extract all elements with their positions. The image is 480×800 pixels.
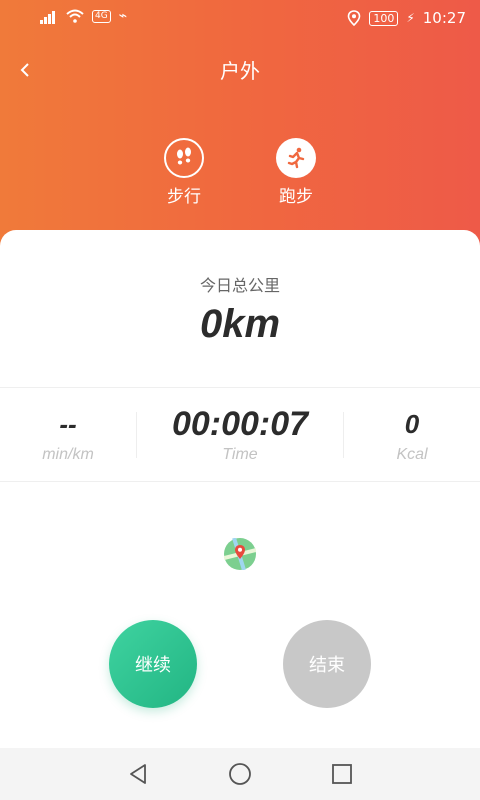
pace-value: --: [59, 409, 77, 439]
end-button[interactable]: 结束: [283, 620, 371, 708]
calories-value: 0: [404, 409, 420, 439]
time-unit: Time: [222, 446, 258, 463]
battery-level: 100: [373, 11, 395, 25]
wifi-icon: [66, 9, 84, 23]
total-distance-label: 今日总公里: [199, 276, 280, 295]
mode-walk-label: 步行: [167, 187, 201, 207]
page-title: 户外: [220, 59, 260, 83]
pace-unit: min/km: [42, 446, 94, 463]
running-icon: [276, 138, 316, 178]
charging-icon: ⚡: [406, 11, 415, 25]
calories-metric: 0 Kcal: [344, 406, 480, 464]
recents-nav-icon[interactable]: [328, 760, 356, 788]
calories-unit: Kcal: [396, 446, 428, 463]
location-icon: [348, 10, 361, 26]
usb-icon: ⌁: [118, 8, 128, 24]
mode-run-label: 跑步: [279, 187, 313, 207]
footprints-icon: [164, 138, 204, 178]
battery-icon: 100: [369, 10, 399, 26]
home-nav-icon[interactable]: [226, 760, 254, 788]
time-value: 00:00:07: [171, 405, 309, 443]
status-bar: 4G ⌁ 100 ⚡ 10:27: [0, 0, 480, 38]
continue-button[interactable]: 继续: [109, 620, 197, 708]
map-icon[interactable]: [224, 538, 256, 570]
pace-metric: -- min/km: [0, 406, 136, 464]
mode-run-button[interactable]: 跑步: [266, 138, 326, 208]
total-distance-value: 0km: [199, 302, 281, 346]
workout-card: 今日总公里 0km -- min/km 00:00:07 Time 0 Kcal…: [0, 230, 480, 748]
divider: [0, 481, 480, 482]
time-metric: 00:00:07 Time: [137, 406, 343, 464]
header-background: 4G ⌁ 100 ⚡ 10:27 户外 步行 跑步: [0, 0, 480, 250]
data-badge: 4G: [92, 9, 111, 23]
divider: [0, 387, 480, 388]
mode-walk-button[interactable]: 步行: [154, 138, 214, 208]
back-nav-icon[interactable]: [124, 760, 152, 788]
clock: 10:27: [422, 9, 466, 27]
cell-signal-icon: [40, 8, 58, 24]
system-nav-bar: [0, 748, 480, 800]
